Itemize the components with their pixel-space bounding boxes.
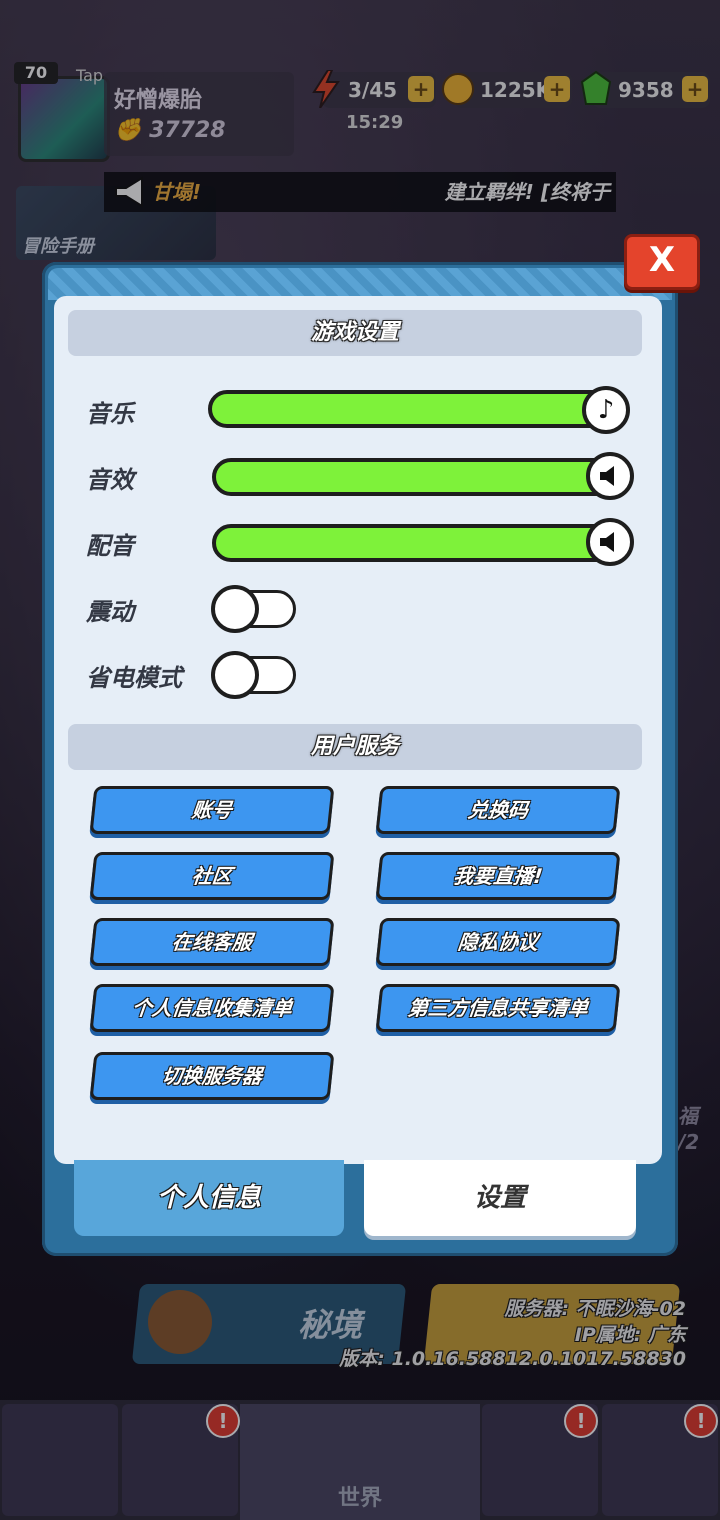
music-note-icon: ♪	[597, 395, 615, 425]
power-save-toggle-knob	[211, 651, 259, 699]
voice-label: 配音	[86, 532, 134, 560]
redeem-code-button[interactable]: 兑换码	[375, 786, 621, 834]
third-party-list-button[interactable]: 第三方信息共享清单	[375, 984, 621, 1032]
account-button[interactable]: 账号	[89, 786, 335, 834]
music-label: 音乐	[86, 400, 134, 428]
game-settings-header: 游戏设置	[68, 310, 642, 356]
vibration-toggle-knob	[211, 585, 259, 633]
music-slider-knob[interactable]: ♪	[582, 386, 630, 434]
power-save-label: 省电模式	[86, 664, 182, 692]
tab-personal-info[interactable]: 个人信息	[74, 1160, 344, 1236]
close-button[interactable]: X	[624, 234, 700, 290]
voice-slider[interactable]	[212, 524, 622, 562]
vibration-label: 震动	[86, 598, 134, 626]
switch-server-button[interactable]: 切换服务器	[89, 1052, 335, 1100]
sfx-label: 音效	[86, 466, 134, 494]
user-services-header: 用户服务	[68, 724, 642, 770]
speaker-icon	[600, 466, 614, 486]
power-save-toggle[interactable]	[211, 651, 296, 699]
sfx-slider-knob[interactable]	[586, 452, 634, 500]
music-slider[interactable]	[208, 390, 620, 428]
tab-settings[interactable]: 设置	[364, 1160, 636, 1236]
personal-info-list-button[interactable]: 个人信息收集清单	[89, 984, 335, 1032]
privacy-policy-button[interactable]: 隐私协议	[375, 918, 621, 966]
livestream-button[interactable]: 我要直播!	[375, 852, 621, 900]
sfx-slider[interactable]	[212, 458, 622, 496]
online-support-button[interactable]: 在线客服	[89, 918, 335, 966]
vibration-toggle[interactable]	[211, 585, 296, 633]
speaker-icon	[600, 532, 614, 552]
community-button[interactable]: 社区	[89, 852, 335, 900]
voice-slider-knob[interactable]	[586, 518, 634, 566]
